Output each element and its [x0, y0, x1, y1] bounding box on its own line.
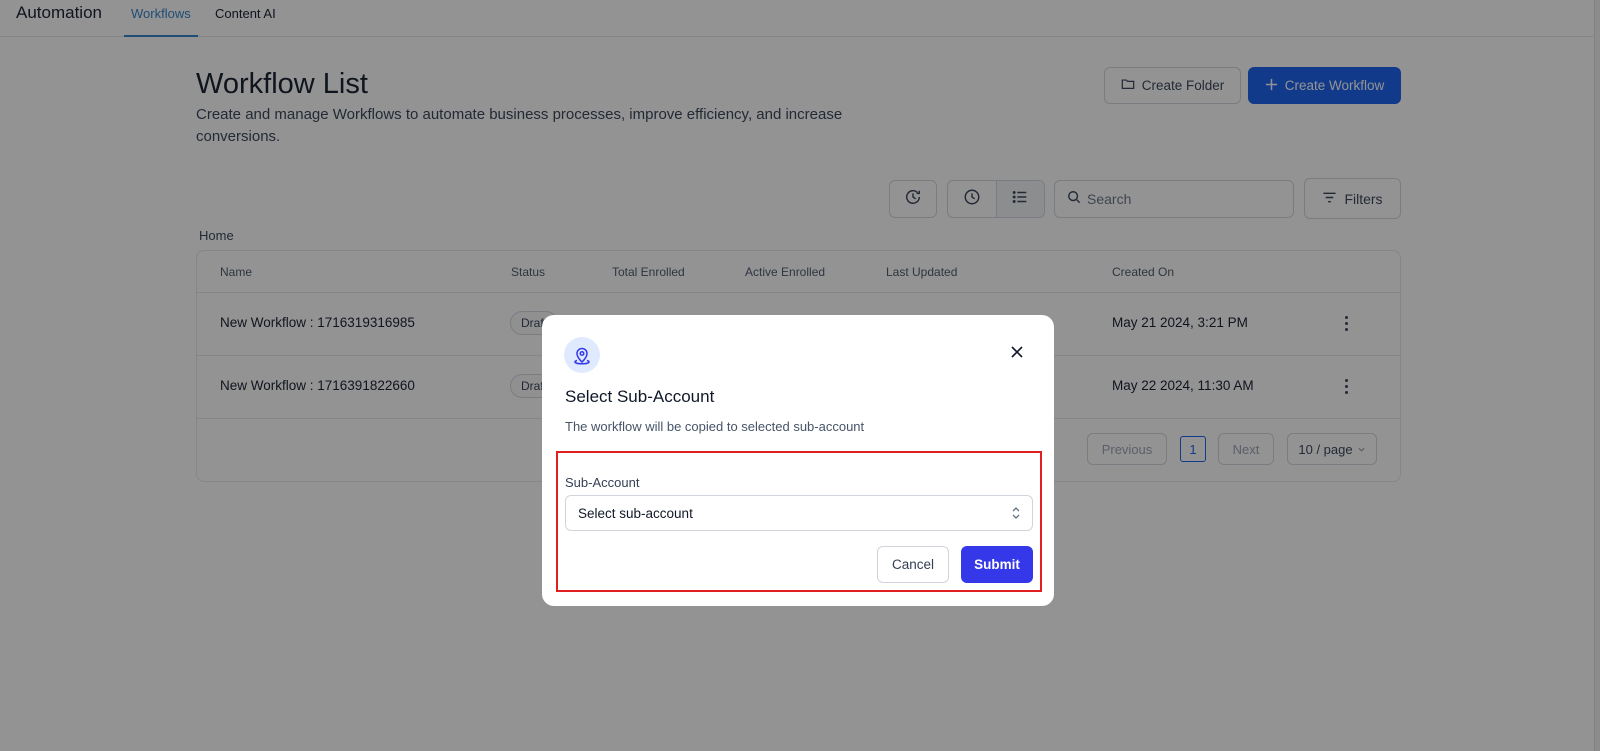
sub-account-label: Sub-Account — [565, 475, 640, 490]
chevron-up-down-icon — [1010, 505, 1022, 526]
modal-title: Select Sub-Account — [565, 387, 715, 406]
select-sub-account-modal: Select Sub-Account The workflow will be … — [542, 315, 1054, 606]
submit-button[interactable]: Submit — [961, 546, 1033, 583]
sub-account-select[interactable]: Select sub-account — [565, 495, 1033, 531]
sub-account-select-value: Select sub-account — [578, 505, 693, 521]
cancel-button[interactable]: Cancel — [877, 546, 949, 583]
location-pin-icon — [564, 337, 600, 373]
close-icon[interactable] — [1006, 341, 1028, 363]
modal-description: The workflow will be copied to selected … — [565, 419, 865, 434]
